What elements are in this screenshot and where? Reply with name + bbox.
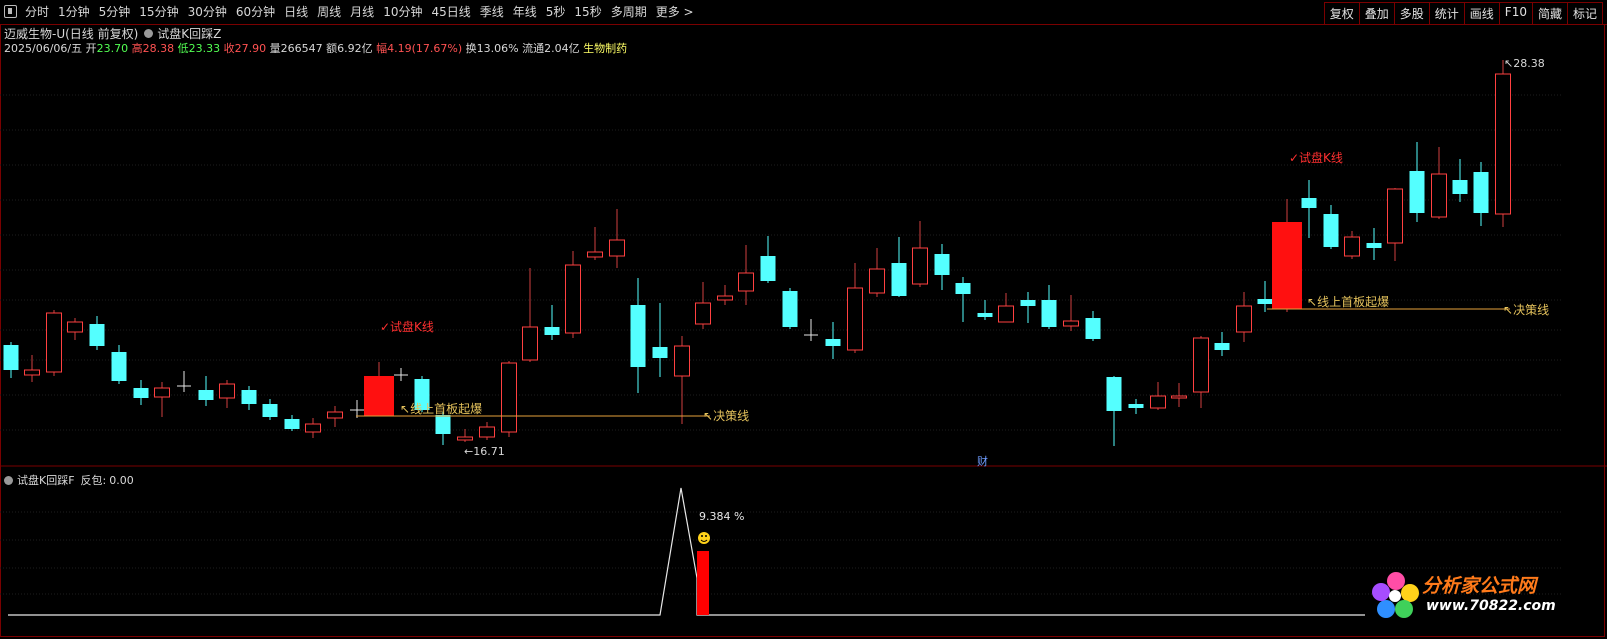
smiley-icon	[698, 532, 710, 544]
candle-body	[674, 345, 690, 377]
site-logo: 分析家公式网 www.70822.com	[1372, 567, 1562, 625]
candle-body	[1150, 395, 1166, 409]
signal-candle	[1272, 222, 1302, 309]
candle-body	[1431, 173, 1447, 218]
candle-body	[1452, 180, 1468, 194]
candle-body	[219, 383, 235, 399]
first-board-text-1: 线上首板起爆	[410, 402, 482, 416]
candle-body	[327, 411, 343, 419]
candle-body	[111, 352, 127, 381]
candle-body	[695, 302, 711, 325]
decision-label-2: ↖决策线	[1503, 303, 1549, 317]
trial-k-label-2: ✓试盘K线	[1289, 150, 1343, 165]
decision-text-2: 决策线	[1513, 303, 1549, 317]
candle-body	[565, 264, 581, 334]
candle-body	[241, 390, 257, 404]
sub-field-value: 0.00	[109, 473, 134, 487]
candle-body	[977, 313, 993, 317]
flower-logo-icon	[1372, 572, 1419, 618]
candle-body	[1323, 214, 1339, 247]
sub-field-label: 反包:	[80, 474, 107, 487]
sub-pct-label: 9.384 %	[699, 510, 744, 523]
candle-body	[738, 272, 754, 292]
candle-body	[1020, 300, 1036, 306]
candle-body	[630, 305, 646, 367]
kline-chart[interactable]: ✓试盘K线 ✓试盘K线 ↖线上首板起爆 ↖线上首板起爆 ↖决策线 ↖决策线 ↖2…	[0, 0, 1607, 639]
logo-title: 分析家公式网	[1422, 575, 1537, 597]
candle-body	[1085, 318, 1101, 339]
candle-body	[1409, 171, 1425, 213]
candle-body	[891, 263, 907, 296]
candle-body	[955, 283, 971, 294]
candle-body	[1041, 300, 1057, 327]
candle-body	[1063, 320, 1079, 327]
candle-body	[1387, 188, 1403, 244]
low-price-marker: ←16.71	[464, 445, 505, 458]
candle-body	[912, 247, 928, 285]
candle-body	[46, 312, 62, 373]
low-price-text: 16.71	[473, 445, 505, 458]
candle-body	[934, 254, 950, 275]
finance-marker[interactable]: 财	[977, 454, 988, 468]
candle-body	[1106, 377, 1122, 411]
candle-body	[305, 423, 321, 433]
candle-body	[1344, 236, 1360, 257]
first-board-text-2: 线上首板起爆	[1317, 295, 1389, 309]
high-price-text: 28.38	[1513, 57, 1545, 70]
candle-body	[1171, 395, 1187, 399]
sub-indicator-settings-icon[interactable]	[4, 475, 13, 485]
candle-body	[67, 321, 83, 333]
candle-body	[89, 324, 105, 346]
candle-body	[717, 295, 733, 301]
candle-body	[1301, 198, 1317, 208]
candle-body	[1193, 337, 1209, 393]
candle-body	[587, 251, 603, 258]
candle-body	[262, 404, 278, 417]
first-board-label-2: ↖线上首板起爆	[1307, 295, 1389, 309]
decision-label-1: ↖决策线	[703, 409, 749, 423]
sub-indicator-line	[8, 487, 1365, 616]
candle-body	[847, 287, 863, 351]
candle-body	[760, 256, 776, 281]
first-board-label-1: ↖线上首板起爆	[400, 402, 482, 416]
candle-body	[479, 426, 495, 438]
candle-body	[1257, 299, 1273, 304]
candle-body	[998, 305, 1014, 323]
candle-body	[544, 327, 560, 335]
candle-body	[435, 415, 451, 434]
high-price-marker: ↖28.38	[1504, 57, 1545, 70]
candle-body	[652, 347, 668, 358]
candle-body	[1366, 243, 1382, 248]
candlesticks	[3, 60, 1511, 446]
sub-grid-lines	[0, 511, 1563, 595]
candle-body	[1495, 73, 1511, 215]
grid-lines	[0, 94, 1563, 431]
candle-body	[501, 362, 517, 433]
sub-chart-title: 试盘K回踩F 反包: 0.00	[4, 472, 134, 488]
candle-body	[457, 436, 473, 441]
candle-body	[825, 339, 841, 346]
candle-body	[154, 387, 170, 398]
candle-body	[24, 369, 40, 376]
candle-body	[133, 388, 149, 398]
candle-body	[1214, 343, 1230, 350]
logo-url: www.70822.com	[1426, 598, 1556, 614]
signal-candle	[364, 376, 394, 416]
decision-text-1: 决策线	[713, 409, 749, 423]
sub-signal-bar	[697, 551, 709, 615]
candle-body	[284, 419, 300, 429]
candle-body	[3, 345, 19, 370]
candle-body	[1236, 305, 1252, 333]
candle-body	[1473, 172, 1489, 213]
candle-body	[869, 268, 885, 294]
candle-body	[522, 326, 538, 361]
candle-body	[198, 390, 214, 400]
candle-body	[1128, 404, 1144, 408]
candle-body	[782, 291, 798, 327]
sub-indicator-name[interactable]: 试盘K回踩F	[17, 472, 75, 488]
candle-body	[609, 239, 625, 257]
trial-k-label-1: ✓试盘K线	[380, 319, 434, 334]
